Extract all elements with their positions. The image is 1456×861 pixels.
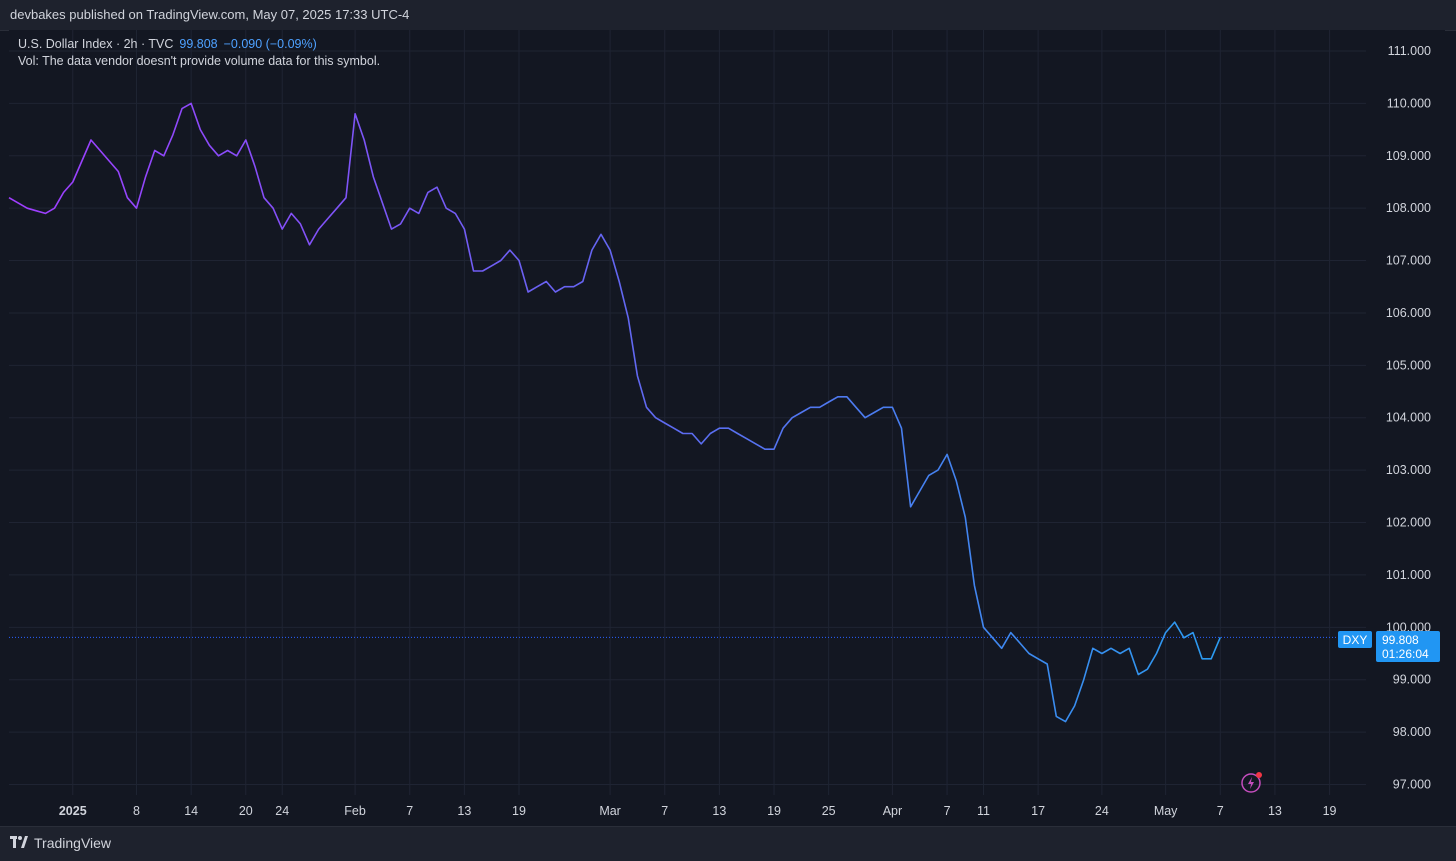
x-tick-label: 25 [822,804,836,818]
x-tick-label: 13 [712,804,726,818]
x-tick-label: 19 [512,804,526,818]
x-tick-label: 17 [1031,804,1045,818]
x-tick-label: May [1154,804,1178,818]
price-tag-symbol: DXY [1343,633,1368,647]
y-tick-label: 97.000 [1393,778,1431,792]
y-tick-label: 111.000 [1388,44,1431,58]
legend-symbol-row: U.S. Dollar Index · 2h · TVC 99.808 −0.090… [18,36,380,53]
footer-bar: TradingView [0,826,1456,861]
lightning-alert-icon[interactable] [1241,772,1262,793]
chart-legend: U.S. Dollar Index · 2h · TVC 99.808 −0.090… [18,36,380,70]
y-tick-label: 104.000 [1386,411,1431,425]
tradingview-brand[interactable]: TradingView [10,835,111,851]
grid [9,30,1366,795]
x-tick-label: 14 [184,804,198,818]
x-tick-label: Feb [344,804,366,818]
y-tick-label: 102.000 [1386,516,1431,530]
price-chart[interactable]: 111.000 110.000 109.000 108.000 107.000 106.0… [0,0,1456,860]
x-tick-label: 13 [1268,804,1282,818]
price-tag-value: 99.808 [1382,633,1419,647]
y-tick-label: 105.000 [1386,358,1431,372]
y-axis: 111.000 110.000 109.000 108.000 107.000 106.0… [1386,44,1431,792]
y-tick-label: 108.000 [1386,201,1431,215]
y-tick-label: 109.000 [1386,149,1431,163]
y-tick-label: 99.000 [1393,673,1431,687]
x-tick-label: 7 [944,804,951,818]
y-tick-label: 98.000 [1393,725,1431,739]
x-tick-label: Mar [599,804,621,818]
x-tick-label: 13 [457,804,471,818]
x-tick-label: 7 [406,804,413,818]
x-tick-label: 11 [977,804,990,818]
x-tick-label: 2025 [59,804,87,818]
y-tick-label: 103.000 [1386,463,1431,477]
x-tick-label: 19 [767,804,781,818]
x-tick-label: 20 [239,804,253,818]
x-tick-label: 19 [1323,804,1337,818]
price-tag-countdown: 01:26:04 [1382,647,1429,661]
y-tick-label: 107.000 [1386,254,1431,268]
x-tick-label: 8 [133,804,140,818]
x-tick-label: 24 [1095,804,1109,818]
legend-title: U.S. Dollar Index · 2h · TVC [18,37,174,51]
tradingview-logo-icon [10,835,28,851]
legend-volume-note: Vol: The data vendor doesn't provide vol… [18,54,381,68]
y-tick-label: 110.000 [1387,96,1431,110]
x-tick-label: Apr [883,804,902,818]
legend-last-value: 99.808 [179,37,218,51]
x-tick-label: 7 [661,804,668,818]
x-tick-label: 7 [1217,804,1224,818]
legend-change: −0.090 (−0.09%) [223,37,317,51]
x-axis: 2025 8 14 20 24 Feb 7 13 19 Mar 7 13 19 25 Apr 7 11 17 24 M… [59,804,1337,818]
price-tag: DXY 99.808 01:26:04 [1338,631,1440,662]
y-tick-label: 101.000 [1386,568,1431,582]
y-tick-label: 106.000 [1386,306,1431,320]
x-tick-label: 24 [275,804,289,818]
brand-name: TradingView [34,835,112,851]
